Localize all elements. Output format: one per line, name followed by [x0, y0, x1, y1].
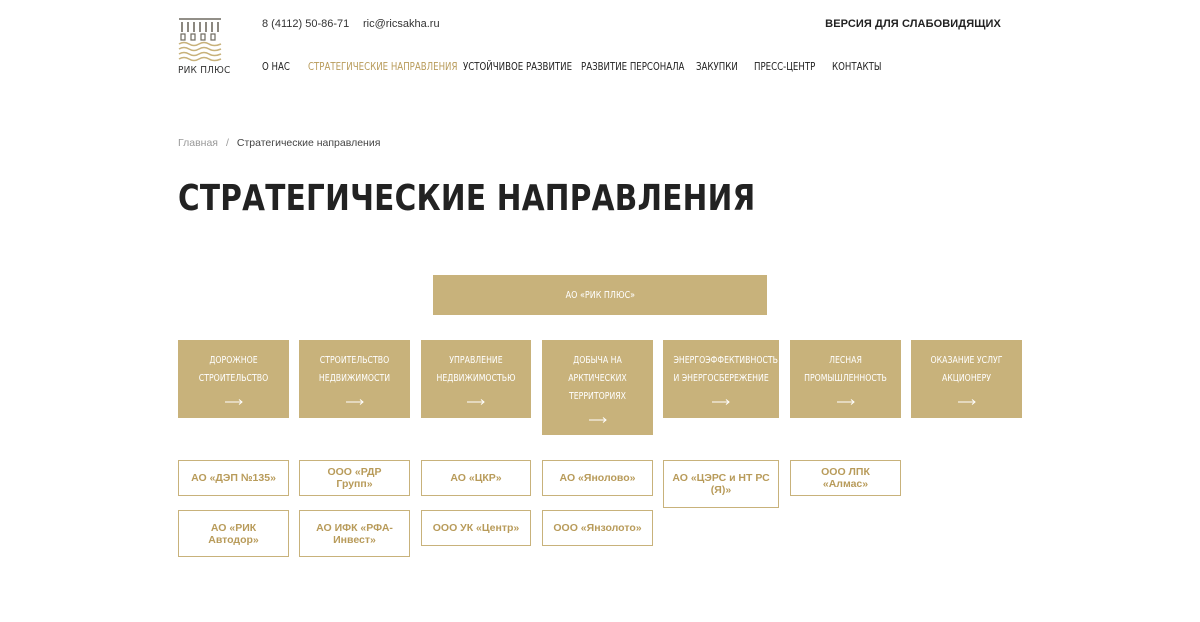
company-ckr[interactable]: АО «ЦКР» [421, 460, 531, 496]
arrow-right-icon [836, 399, 855, 405]
header-email-link[interactable]: ric@ricsakha.ru [363, 18, 440, 30]
direction-real-estate-construction[interactable]: СТРОИТЕЛЬСТВО НЕДВИЖИМОСТИ [299, 340, 410, 418]
page-title: СТРАТЕГИЧЕСКИЕ НАПРАВЛЕНИЯ [178, 178, 756, 219]
direction-label: ЭНЕРГОЭФФЕКТИВНОСТЬ И ЭНЕРГОСБЕРЕЖЕНИЕ [673, 355, 779, 384]
company-logo[interactable]: РИК ПЛЮС [178, 16, 230, 78]
company-label: АО «ЦКР» [450, 472, 502, 484]
nav-item-personnel-development[interactable]: РАЗВИТИЕ ПЕРСОНАЛА [581, 61, 684, 73]
arrow-right-icon [224, 399, 243, 405]
arrow-right-icon [957, 399, 976, 405]
nav-item-procurement[interactable]: ЗАКУПКИ [696, 61, 744, 73]
arrow-right-icon [467, 399, 485, 405]
direction-label: ОКАЗАНИЕ УСЛУГ АКЦИОНЕРУ [930, 355, 1003, 384]
nav-item-press-center[interactable]: ПРЕСС-ЦЕНТР [754, 61, 818, 73]
company-rdr-group[interactable]: ООО «РДР Групп» [299, 460, 410, 496]
direction-label: ДОРОЖНОЕ СТРОИТЕЛЬСТВО [198, 355, 269, 384]
company-dep-135[interactable]: АО «ДЭП №135» [178, 460, 289, 496]
direction-label: ДОБЫЧА НА АРКТИЧЕСКИХ ТЕРРИТОРИЯХ [568, 355, 627, 402]
root-company-label: АО «РИК ПЛЮС» [565, 289, 635, 301]
company-label: ООО УК «Центр» [432, 522, 520, 534]
company-yanzoloto[interactable]: ООО «Янзолото» [542, 510, 653, 546]
accessibility-version-link[interactable]: ВЕРСИЯ ДЛЯ СЛАБОВИДЯЩИХ [825, 18, 1001, 30]
nav-item-about[interactable]: О НАС [262, 61, 300, 73]
nav-item-contacts[interactable]: КОНТАКТЫ [832, 61, 881, 73]
header-phone-link[interactable]: 8 (4112) 50-86-71 [262, 18, 349, 30]
company-uk-centr[interactable]: ООО УК «Центр» [421, 510, 531, 546]
nav-item-strategic-directions[interactable]: СТРАТЕГИЧЕСКИЕ НАПРАВЛЕНИЯ [308, 61, 457, 73]
logo-mark-icon [178, 18, 222, 62]
arrow-right-icon [588, 417, 607, 423]
breadcrumb: Главная / Стратегические направления [178, 137, 380, 149]
company-label: ООО «РДР Групп» [327, 466, 382, 490]
company-label: ООО «Янзолото» [553, 522, 642, 534]
root-company-box: АО «РИК ПЛЮС» [433, 275, 767, 315]
company-label: АО ИФК «РФА- Инвест» [316, 521, 393, 546]
direction-property-management[interactable]: УПРАВЛЕНИЕ НЕДВИЖИМОСТЬЮ [421, 340, 531, 418]
breadcrumb-current: Стратегические направления [236, 137, 381, 149]
breadcrumb-home-link[interactable]: Главная [178, 137, 218, 149]
main-nav: О НАС СТРАТЕГИЧЕСКИЕ НАПРАВЛЕНИЯ УСТОЙЧИ… [262, 61, 892, 73]
company-label: ООО ЛПК «Алмас» [821, 466, 870, 490]
direction-forestry[interactable]: ЛЕСНАЯ ПРОМЫШЛЕННОСТЬ [790, 340, 901, 418]
company-label: АО «Янолово» [559, 472, 636, 484]
direction-label: ЛЕСНАЯ ПРОМЫШЛЕННОСТЬ [804, 355, 887, 384]
company-rik-avtodor[interactable]: АО «РИК Автодор» [178, 510, 289, 557]
nav-item-sustainable-development[interactable]: УСТОЙЧИВОЕ РАЗВИТИЕ [463, 61, 572, 73]
direction-shareholder-services[interactable]: ОКАЗАНИЕ УСЛУГ АКЦИОНЕРУ [911, 340, 1022, 418]
arrow-right-icon [712, 399, 730, 405]
company-yanolovo[interactable]: АО «Янолово» [542, 460, 653, 496]
company-label: АО «ЦЭРС и НТ РС (Я)» [672, 472, 770, 496]
direction-energy-efficiency[interactable]: ЭНЕРГОЭФФЕКТИВНОСТЬ И ЭНЕРГОСБЕРЕЖЕНИЕ [663, 340, 779, 418]
direction-label: УПРАВЛЕНИЕ НЕДВИЖИМОСТЬЮ [436, 355, 516, 384]
company-ifk-rfa-invest[interactable]: АО ИФК «РФА- Инвест» [299, 510, 410, 557]
company-cers-nt[interactable]: АО «ЦЭРС и НТ РС (Я)» [663, 460, 779, 508]
logo-text: РИК ПЛЮС [178, 65, 231, 76]
breadcrumb-separator: / [225, 137, 229, 149]
direction-label: СТРОИТЕЛЬСТВО НЕДВИЖИМОСТИ [318, 355, 391, 384]
direction-road-construction[interactable]: ДОРОЖНОЕ СТРОИТЕЛЬСТВО [178, 340, 289, 418]
arrow-right-icon [345, 399, 364, 405]
company-label: АО «ДЭП №135» [191, 472, 276, 484]
company-lpk-almas[interactable]: ООО ЛПК «Алмас» [790, 460, 901, 496]
company-label: АО «РИК Автодор» [208, 521, 259, 546]
direction-arctic-mining[interactable]: ДОБЫЧА НА АРКТИЧЕСКИХ ТЕРРИТОРИЯХ [542, 340, 653, 435]
